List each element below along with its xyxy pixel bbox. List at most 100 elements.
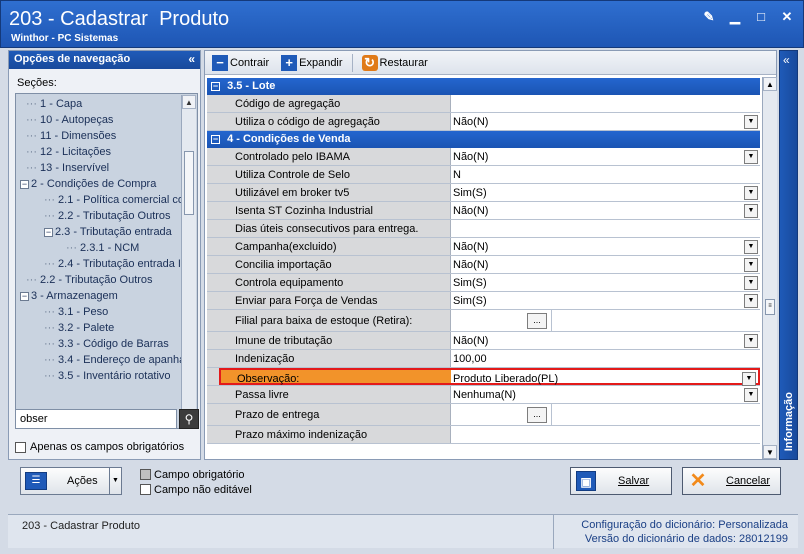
property-row[interactable]: Enviar para Força de Vendas Sim(S) ▼ — [207, 292, 760, 310]
property-value[interactable]: Não(N) ▼ — [451, 202, 760, 219]
property-value[interactable]: Não(N) ▼ — [451, 113, 760, 130]
property-row[interactable]: Observação: Produto Liberado(PL) ▼ — [207, 368, 760, 386]
property-row[interactable]: Controla equipamento Sim(S) ▼ — [207, 274, 760, 292]
property-value[interactable]: Não(N) ▼ — [451, 238, 760, 255]
property-row[interactable]: Passa livre Nenhuma(N) ▼ — [207, 386, 760, 404]
property-row[interactable]: Utiliza Controle de Selo N — [207, 166, 760, 184]
property-value[interactable]: Não(N) ▼ — [451, 148, 760, 165]
scroll-thumb[interactable]: ≡ — [765, 299, 775, 315]
property-row[interactable]: Imune de tributação Não(N) ▼ — [207, 332, 760, 350]
property-value[interactable]: Sim(S) ▼ — [451, 292, 760, 309]
dropdown-arrow-icon[interactable]: ▼ — [744, 276, 758, 290]
tree-item[interactable]: ··· 3.4 - Endereço de apanha — [18, 352, 182, 368]
dropdown-arrow-icon[interactable]: ▼ — [744, 240, 758, 254]
expand-button[interactable]: + Expandir — [278, 53, 345, 73]
minimize-icon[interactable]: ▁ — [727, 9, 743, 25]
grid-scrollbar[interactable]: ▲ ≡ ▼ — [762, 77, 777, 459]
tree-expander-icon[interactable]: − — [20, 291, 29, 301]
tree-item[interactable]: ··· 3.5 - Inventário rotativo — [18, 368, 182, 384]
property-row[interactable]: Prazo de entrega... — [207, 404, 760, 426]
property-row[interactable]: Controlado pelo IBAMA Não(N) ▼ — [207, 148, 760, 166]
tree-item[interactable]: ··· 2.4 - Tributação entrada In — [18, 256, 182, 272]
dropdown-arrow-icon[interactable]: ▼ — [744, 388, 758, 402]
property-row[interactable]: Filial para baixa de estoque (Retira):..… — [207, 310, 760, 332]
dropdown-arrow-icon[interactable]: ▼ — [744, 150, 758, 164]
collapse-section-icon[interactable]: − — [211, 134, 220, 144]
only-required-checkbox[interactable] — [15, 441, 26, 453]
actions-button[interactable]: ☰ Ações ▼ — [20, 467, 122, 495]
collapse-left-icon[interactable]: « — [188, 52, 195, 66]
property-value[interactable]: Sim(S) ▼ — [451, 184, 760, 201]
property-value[interactable] — [451, 95, 760, 112]
property-value[interactable]: Produto Liberado(PL) ▼ — [451, 368, 760, 386]
only-required-row[interactable]: Apenas os campos obrigatórios — [15, 441, 184, 453]
property-row[interactable]: Utiliza o código de agregação Não(N) ▼ — [207, 113, 760, 131]
tree-item[interactable]: ··· 2.2 - Tributação Outros — [18, 272, 182, 288]
property-value[interactable]: Não(N) ▼ — [451, 256, 760, 273]
restore-button[interactable]: ↻ Restaurar — [359, 53, 431, 73]
tree-item[interactable]: ··· 3.2 - Palete — [18, 320, 182, 336]
tree-item[interactable]: −2 - Condições de Compra — [18, 176, 182, 192]
edit-icon[interactable]: ✎ — [701, 9, 717, 25]
section-lote[interactable]: − 3.5 - Lote — [207, 78, 760, 95]
cancel-button[interactable]: ✕ Cancelar — [682, 467, 781, 495]
property-value[interactable]: Sim(S) ▼ — [451, 274, 760, 291]
tree-item[interactable]: ··· 10 - Autopeças — [18, 112, 182, 128]
info-strip[interactable]: « Informação — [779, 50, 798, 460]
dropdown-arrow-icon[interactable]: ▼ — [744, 294, 758, 308]
dropdown-arrow-icon[interactable]: ▼ — [744, 186, 758, 200]
property-value[interactable]: Nenhuma(N) ▼ — [451, 386, 760, 403]
close-icon[interactable]: ✕ — [779, 9, 795, 25]
search-icon[interactable]: ⚲ — [179, 409, 199, 429]
property-value[interactable] — [451, 426, 760, 443]
property-row[interactable]: Prazo máximo indenização — [207, 426, 760, 444]
ellipsis-button[interactable]: ... — [527, 313, 547, 329]
tree-scrollbar[interactable]: ▲ ▼ — [181, 95, 196, 427]
tree-expander-icon[interactable]: − — [44, 227, 53, 237]
property-row[interactable]: Dias úteis consecutivos para entrega. — [207, 220, 760, 238]
section-venda[interactable]: − 4 - Condições de Venda — [207, 131, 760, 148]
dropdown-arrow-icon[interactable]: ▼ — [744, 204, 758, 218]
tree-item[interactable]: ··· 3.3 - Código de Barras — [18, 336, 182, 352]
chevron-down-icon[interactable]: ▼ — [109, 468, 121, 494]
dropdown-arrow-icon[interactable]: ▼ — [742, 372, 756, 386]
scroll-down-icon[interactable]: ▼ — [763, 445, 777, 459]
tree-item[interactable]: ··· 12 - Licitações — [18, 144, 182, 160]
tree-item[interactable]: ··· 11 - Dimensões — [18, 128, 182, 144]
tree-item[interactable]: ··· 3.1 - Peso — [18, 304, 182, 320]
property-row[interactable]: Indenização 100,00 — [207, 350, 760, 368]
dropdown-arrow-icon[interactable]: ▼ — [744, 115, 758, 129]
maximize-icon[interactable]: □ — [753, 9, 769, 25]
save-button[interactable]: ▣ Salvar — [570, 467, 672, 495]
property-value[interactable]: N — [451, 166, 760, 183]
property-value[interactable]: Não(N) ▼ — [451, 332, 760, 349]
property-value[interactable]: ... — [451, 310, 760, 331]
tree-item[interactable]: ··· 2.2 - Tributação Outros — [18, 208, 182, 224]
tree-item[interactable]: −3 - Armazenagem — [18, 288, 182, 304]
property-value[interactable]: 100,00 — [451, 350, 760, 367]
tree-item[interactable]: ··· 1 - Capa — [18, 96, 182, 112]
tree-item[interactable]: ··· 2.3.1 - NCM — [18, 240, 182, 256]
scroll-up-icon[interactable]: ▲ — [182, 95, 196, 109]
property-row[interactable]: Código de agregação — [207, 95, 760, 113]
property-value[interactable]: ... — [451, 404, 760, 425]
tree-expander-icon[interactable]: − — [20, 179, 29, 189]
scroll-up-icon[interactable]: ▲ — [763, 77, 777, 91]
ellipsis-button[interactable]: ... — [527, 407, 547, 423]
property-row[interactable]: Isenta ST Cozinha Industrial Não(N) ▼ — [207, 202, 760, 220]
tree-item[interactable]: −2.3 - Tributação entrada — [18, 224, 182, 240]
dropdown-arrow-icon[interactable]: ▼ — [744, 334, 758, 348]
collapse-button[interactable]: − Contrair — [209, 53, 272, 73]
tree-item[interactable]: ··· 2.1 - Política comercial compra — [18, 192, 182, 208]
property-row[interactable]: Concilia importação Não(N) ▼ — [207, 256, 760, 274]
collapse-section-icon[interactable]: − — [211, 81, 220, 91]
search-input[interactable] — [15, 409, 177, 429]
property-row[interactable]: Utilizável em broker tv5 Sim(S) ▼ — [207, 184, 760, 202]
dropdown-arrow-icon[interactable]: ▼ — [744, 258, 758, 272]
only-required-label: Apenas os campos obrigatórios — [30, 441, 185, 453]
property-value[interactable] — [451, 220, 760, 237]
collapse-right-icon[interactable]: « — [783, 53, 790, 67]
scroll-thumb[interactable] — [184, 151, 194, 215]
property-row[interactable]: Campanha(excluido) Não(N) ▼ — [207, 238, 760, 256]
tree-item[interactable]: ··· 13 - Inservível — [18, 160, 182, 176]
